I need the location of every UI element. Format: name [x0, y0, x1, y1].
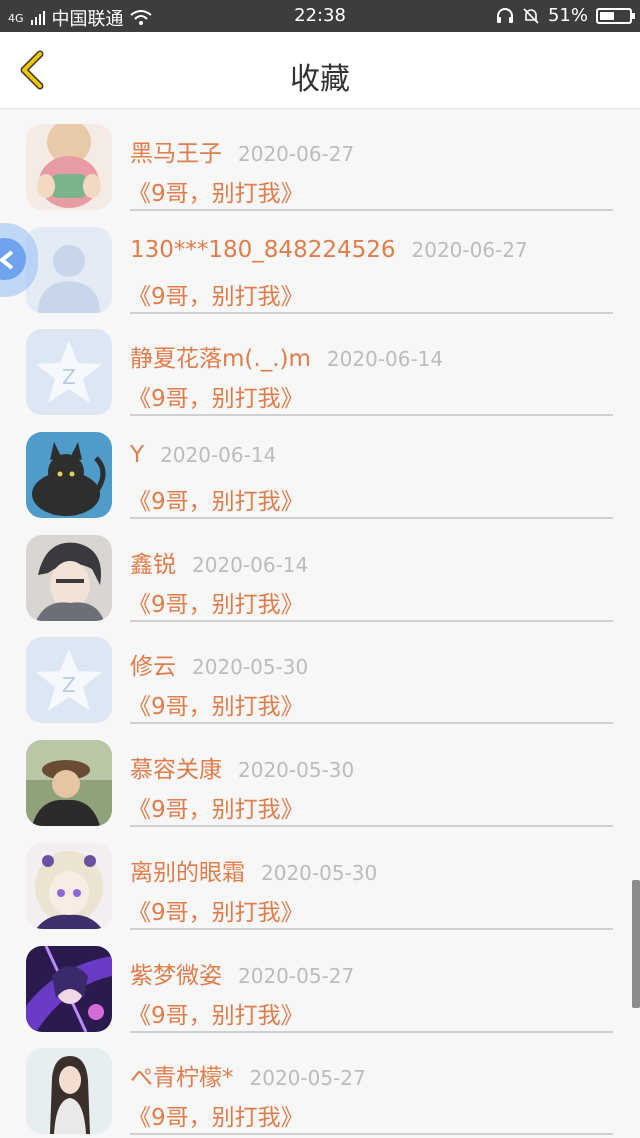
divider: [130, 619, 613, 622]
list-item[interactable]: ぺ青柠檬* 2020-05-27 《9哥，别打我》: [0, 1034, 640, 1137]
item-date: 2020-06-14: [326, 347, 444, 372]
svg-text:Z: Z: [62, 673, 76, 697]
avatar[interactable]: Z: [26, 637, 112, 724]
avatar[interactable]: [26, 534, 112, 621]
svg-text:Z: Z: [62, 365, 76, 389]
item-header: 静夏花落m(._.)m 2020-06-14: [130, 339, 443, 373]
battery-icon: [596, 7, 635, 24]
user-name: 静夏花落m(._.)m: [130, 346, 311, 373]
item-date: 2020-06-27: [411, 237, 528, 262]
item-header: 离别的眼霜 2020-05-30: [130, 853, 377, 887]
item-header: 黑马王子 2020-06-27: [130, 134, 354, 168]
book-title[interactable]: 《9哥，别打我》: [128, 790, 304, 824]
divider: [130, 1030, 613, 1033]
favorites-list: 黑马王子 2020-06-27 《9哥，别打我》 130***180_848224…: [0, 110, 640, 1137]
item-date: 2020-05-30: [261, 860, 378, 885]
user-name: 离别的眼霜: [130, 859, 245, 886]
book-title[interactable]: 《9哥，别打我》: [128, 585, 304, 619]
avatar[interactable]: [26, 432, 112, 519]
floating-ball[interactable]: [0, 223, 38, 297]
user-name: ぺ青柠檬*: [130, 1065, 234, 1092]
user-name: 紫梦微姿: [130, 962, 222, 989]
item-header: 鑫锐 2020-06-14: [130, 545, 308, 579]
user-name: Y: [130, 442, 145, 469]
user-name: 130***180_848224526: [130, 236, 396, 263]
headset-icon: [496, 7, 513, 23]
item-date: 2020-05-30: [192, 655, 309, 680]
item-header: 慕容关康 2020-05-30: [130, 750, 354, 784]
divider: [130, 209, 613, 211]
item-date: 2020-05-30: [238, 758, 355, 783]
book-title[interactable]: 《9哥，别打我》: [128, 379, 304, 413]
book-title[interactable]: 《9哥，别打我》: [128, 1098, 304, 1132]
list-item[interactable]: 慕容关康 2020-05-30 《9哥，别打我》: [0, 726, 640, 829]
book-title[interactable]: 《9哥，别打我》: [128, 174, 304, 208]
divider: [130, 1133, 613, 1136]
item-header: 修云 2020-05-30: [130, 647, 308, 681]
app-header: 收藏: [0, 32, 640, 109]
book-title[interactable]: 《9哥，别打我》: [128, 687, 304, 721]
list-item[interactable]: Y 2020-06-14 《9哥，别打我》: [0, 418, 640, 521]
battery-fill: [600, 11, 614, 20]
list-item[interactable]: Z 修云 2020-05-30 《9哥，别打我》: [0, 623, 640, 726]
status-bar: 4G 中国联通 22:38 51%: [0, 0, 640, 32]
status-right: 51%: [496, 5, 635, 26]
item-date: 2020-06-27: [238, 142, 355, 166]
user-name: 慕容关康: [130, 757, 222, 784]
list-item[interactable]: 离别的眼霜 2020-05-30 《9哥，别打我》: [0, 829, 640, 932]
battery-percent: 51%: [547, 5, 588, 26]
divider: [130, 825, 613, 828]
divider: [130, 414, 613, 417]
user-name: 黑马王子: [130, 141, 222, 167]
mute-bell-icon: [523, 7, 539, 24]
book-title[interactable]: 《9哥，别打我》: [128, 277, 304, 311]
item-date: 2020-05-27: [238, 963, 355, 988]
user-name: 鑫锐: [130, 551, 176, 578]
scrollbar[interactable]: [632, 880, 640, 1008]
item-header: ぺ青柠檬* 2020-05-27: [130, 1058, 366, 1092]
item-date: 2020-06-14: [160, 443, 277, 468]
avatar[interactable]: [26, 842, 112, 929]
divider: [130, 722, 613, 725]
page-title: 收藏: [290, 62, 350, 97]
list-item[interactable]: 鑫锐 2020-06-14 《9哥，别打我》: [0, 521, 640, 624]
list-item[interactable]: 130***180_848224526 2020-06-27 《9哥，别打我》: [0, 213, 640, 316]
avatar[interactable]: [26, 945, 112, 1032]
item-date: 2020-05-27: [249, 1066, 366, 1091]
avatar[interactable]: [26, 740, 112, 827]
divider: [130, 927, 613, 930]
avatar[interactable]: [26, 1048, 112, 1135]
item-header: Y 2020-06-14: [130, 442, 276, 468]
avatar[interactable]: [26, 124, 112, 210]
avatar[interactable]: [26, 226, 112, 313]
divider: [130, 517, 613, 520]
list-item[interactable]: 黑马王子 2020-06-27 《9哥，别打我》: [0, 110, 640, 213]
item-date: 2020-06-14: [192, 552, 309, 577]
book-title[interactable]: 《9哥，别打我》: [128, 482, 304, 516]
close-icon: [0, 250, 14, 270]
item-header: 130***180_848224526 2020-06-27: [130, 237, 528, 263]
avatar[interactable]: Z: [26, 329, 112, 416]
book-title[interactable]: 《9哥，别打我》: [128, 893, 304, 927]
list-item[interactable]: Z 静夏花落m(._.)m 2020-06-14 《9哥，别打我》: [0, 315, 640, 418]
item-header: 紫梦微姿 2020-05-27: [130, 956, 354, 990]
divider: [130, 311, 613, 314]
list-item[interactable]: 紫梦微姿 2020-05-27 《9哥，别打我》: [0, 932, 640, 1035]
book-title[interactable]: 《9哥，别打我》: [128, 996, 304, 1030]
user-name: 修云: [130, 654, 176, 681]
